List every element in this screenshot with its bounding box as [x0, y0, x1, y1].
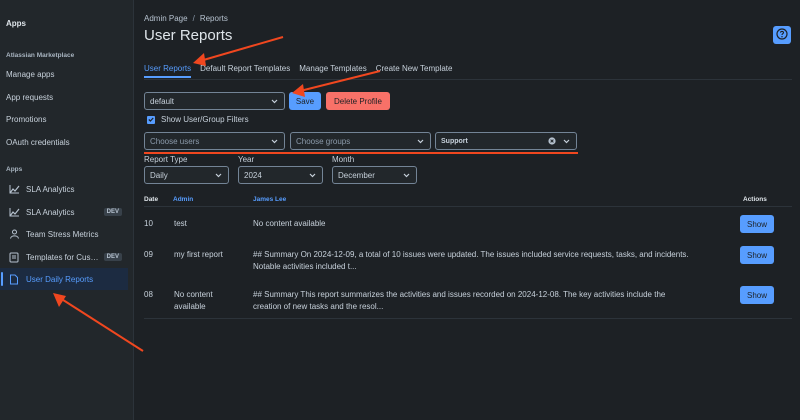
breadcrumb-separator: /	[192, 14, 195, 23]
chevron-down-icon	[401, 170, 411, 180]
chevron-down-icon	[561, 136, 571, 146]
table-cell-content: No content available	[253, 219, 326, 228]
checkbox-checked-icon[interactable]	[147, 115, 155, 124]
column-header-actions: Actions	[743, 196, 767, 203]
sidebar-item-team-stress-metrics[interactable]: Team Stress Metrics	[0, 223, 128, 245]
show-button[interactable]: Show	[740, 286, 774, 304]
show-filters-label: Show User/Group Filters	[161, 115, 249, 124]
dev-badge: DEV	[103, 253, 122, 261]
sidebar: Apps Atlassian Marketplace Manage apps A…	[0, 0, 134, 420]
table-cell-admin-line: available	[174, 302, 206, 311]
sidebar-item-sla-analytics-dev[interactable]: SLA Analytics DEV	[0, 201, 128, 223]
column-header-date: Date	[144, 196, 159, 203]
sidebar-item-label: User Daily Reports	[26, 274, 94, 284]
breadcrumb-admin-page[interactable]: Admin Page	[144, 14, 188, 23]
clear-icon[interactable]	[547, 136, 557, 146]
chart-line-icon	[8, 183, 20, 195]
chevron-down-icon	[213, 170, 223, 180]
column-header-james-lee[interactable]: James Lee	[253, 196, 286, 203]
page-title: User Reports	[144, 27, 233, 44]
sidebar-link-promotions[interactable]: Promotions	[6, 115, 46, 124]
tab-default-report-templates[interactable]: Default Report Templates	[200, 64, 290, 78]
chevron-down-icon	[415, 136, 425, 146]
show-button[interactable]: Show	[740, 246, 774, 264]
tabs: User Reports Default Report Templates Ma…	[144, 64, 461, 78]
document-icon	[8, 273, 20, 285]
sidebar-item-label: SLA Analytics	[26, 184, 75, 194]
groups-select-placeholder: Choose groups	[296, 136, 351, 146]
project-select-value: Support	[441, 137, 468, 145]
sidebar-item-label: Team Stress Metrics	[26, 229, 99, 239]
sidebar-item-label: Templates for Cus…	[26, 252, 99, 262]
table-cell-admin: test	[174, 219, 187, 228]
question-circle-icon	[776, 28, 788, 42]
delete-profile-button[interactable]: Delete Profile	[326, 92, 390, 110]
table-cell-content-line: ## Summary This report summarizes the ac…	[253, 290, 666, 299]
table-cell-date: 09	[144, 250, 153, 259]
sidebar-item-label: SLA Analytics	[26, 207, 75, 217]
month-value: December	[338, 170, 375, 180]
users-select[interactable]: Choose users	[144, 132, 285, 150]
show-button[interactable]: Show	[740, 215, 774, 233]
save-button[interactable]: Save	[289, 92, 321, 110]
table-cell-content-line: creation of new tasks and the resol...	[253, 302, 384, 311]
sidebar-heading-apps: Apps	[6, 166, 23, 173]
breadcrumb: Admin Page / Reports	[144, 14, 228, 23]
breadcrumb-reports[interactable]: Reports	[200, 14, 228, 23]
sidebar-heading-marketplace: Atlassian Marketplace	[6, 52, 75, 59]
sidebar-link-oauth-credentials[interactable]: OAuth credentials	[6, 138, 70, 147]
users-select-placeholder: Choose users	[150, 136, 200, 146]
month-label: Month	[332, 155, 355, 164]
table-cell-admin-line: No content	[174, 290, 213, 299]
table-cell-content-line: ## Summary On 2024-12-09, a total of 10 …	[253, 250, 689, 259]
chart-line-icon	[8, 206, 20, 218]
table-cell-admin: my first report	[174, 250, 223, 259]
show-filters-toggle[interactable]: Show User/Group Filters	[147, 115, 249, 124]
report-type-label: Report Type	[144, 155, 188, 164]
table-cell-date: 08	[144, 290, 153, 299]
sidebar-apps-title: Apps	[6, 19, 26, 28]
column-header-admin[interactable]: Admin	[173, 196, 193, 203]
main-content: Admin Page / Reports User Reports User Rep…	[144, 0, 800, 420]
sidebar-link-manage-apps[interactable]: Manage apps	[6, 70, 54, 79]
profile-select-value: default	[150, 96, 175, 106]
chevron-down-icon	[269, 136, 279, 146]
table-header-divider	[144, 206, 792, 207]
help-button[interactable]	[773, 26, 791, 44]
sidebar-link-app-requests[interactable]: App requests	[6, 93, 53, 102]
table-bottom-divider	[144, 318, 792, 319]
tab-user-reports[interactable]: User Reports	[144, 64, 192, 78]
tab-manage-templates[interactable]: Manage Templates	[299, 64, 366, 78]
chevron-down-icon	[269, 96, 279, 106]
groups-select[interactable]: Choose groups	[290, 132, 431, 150]
table-cell-date: 10	[144, 219, 153, 228]
table-cell-content-line: Notable activities included t...	[253, 262, 357, 271]
template-icon	[8, 251, 20, 263]
year-label: Year	[238, 155, 255, 164]
sidebar-item-sla-analytics[interactable]: SLA Analytics	[0, 178, 128, 200]
sidebar-item-user-daily-reports[interactable]: User Daily Reports	[0, 268, 128, 290]
tab-create-new-template[interactable]: Create New Template	[376, 64, 453, 78]
year-value: 2024	[244, 170, 262, 180]
project-select[interactable]: Support	[435, 132, 577, 150]
profile-select[interactable]: default	[144, 92, 285, 110]
team-icon	[8, 228, 20, 240]
tabs-divider	[144, 79, 792, 80]
chevron-down-icon	[307, 170, 317, 180]
dev-badge: DEV	[103, 208, 122, 216]
report-type-value: Daily	[150, 170, 168, 180]
year-select[interactable]: 2024	[238, 166, 323, 184]
sidebar-item-templates[interactable]: Templates for Cus… DEV	[0, 246, 128, 268]
month-select[interactable]: December	[332, 166, 417, 184]
report-type-select[interactable]: Daily	[144, 166, 229, 184]
